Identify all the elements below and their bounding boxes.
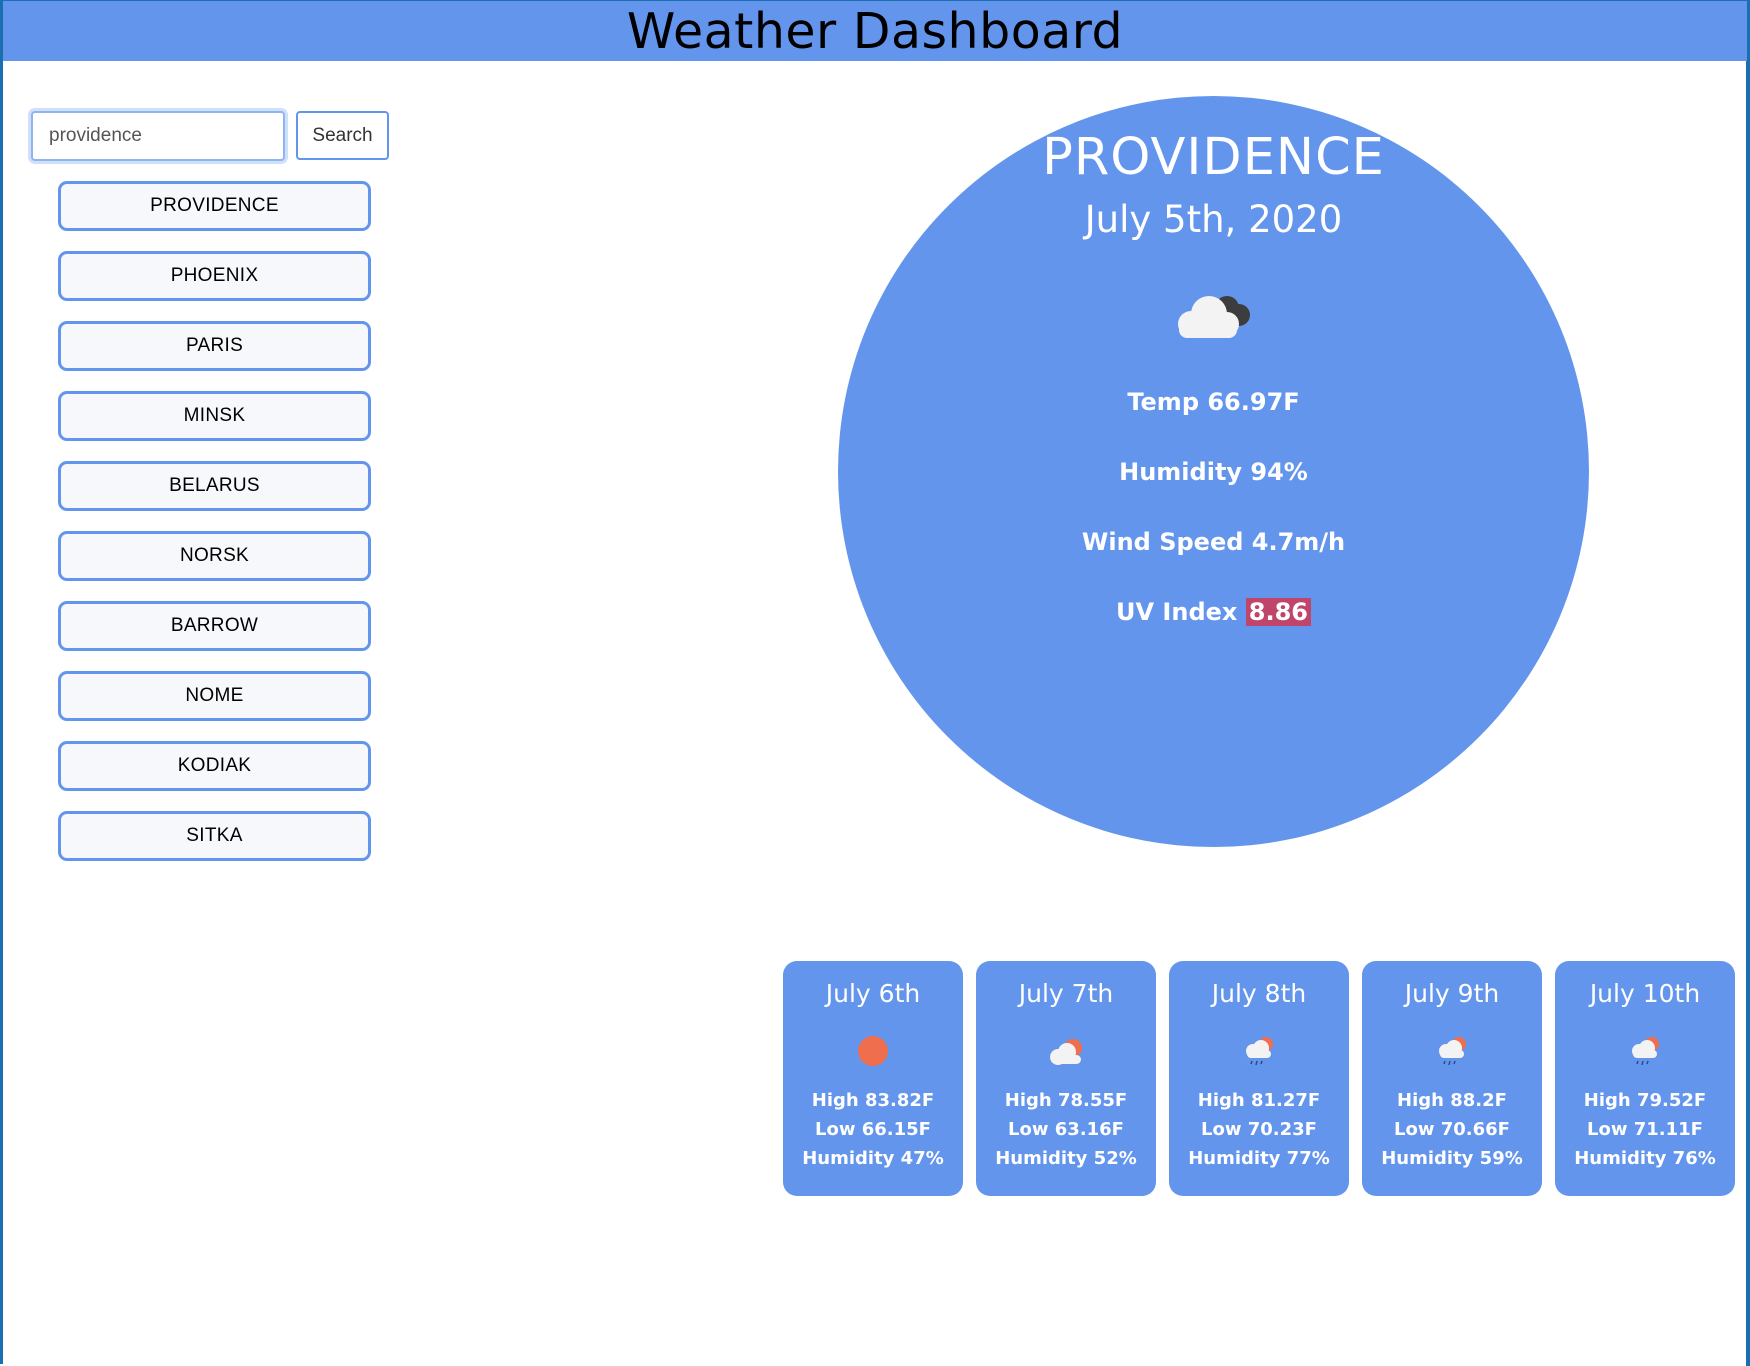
list-item: KODIAK	[58, 741, 371, 791]
forecast-card: July 9th High 88.2F Low 70.66F Humidity …	[1362, 961, 1542, 1196]
forecast-humidity: Humidity 59%	[1381, 1148, 1523, 1169]
list-item: PHOENIX	[58, 251, 371, 301]
list-item: MINSK	[58, 391, 371, 441]
forecast-date: July 7th	[1018, 979, 1114, 1008]
sun-icon	[858, 1036, 888, 1066]
current-uv-index: UV Index 8.86	[838, 598, 1589, 626]
forecast-low: Low 70.23F	[1201, 1119, 1317, 1140]
rain-icon	[1632, 1037, 1659, 1066]
forecast-humidity: Humidity 77%	[1188, 1148, 1330, 1169]
forecast-card: July 6th High 83.82F Low 66.15F Humidity…	[783, 961, 963, 1196]
list-item: BARROW	[58, 601, 371, 651]
city-button-sitka[interactable]: SITKA	[58, 811, 371, 861]
forecast-humidity: Humidity 52%	[995, 1148, 1137, 1169]
forecast-low: Low 66.15F	[815, 1119, 931, 1140]
uv-label: UV Index	[1116, 598, 1238, 626]
current-city-name: PROVIDENCE	[1042, 128, 1385, 187]
city-button-nome[interactable]: NOME	[58, 671, 371, 721]
page-header: Weather Dashboard	[3, 1, 1747, 61]
city-button-barrow[interactable]: BARROW	[58, 601, 371, 651]
current-date: July 5th, 2020	[1084, 198, 1343, 241]
list-item: BELARUS	[58, 461, 371, 511]
city-button-paris[interactable]: PARIS	[58, 321, 371, 371]
forecast-card: July 8th High 81.27F Low 70.23F Humidity…	[1169, 961, 1349, 1196]
forecast-date: July 6th	[825, 979, 921, 1008]
partly-cloudy-icon	[1050, 1039, 1082, 1065]
city-button-phoenix[interactable]: PHOENIX	[58, 251, 371, 301]
current-weather-panel: PROVIDENCE July 5th, 2020 Temp 66.97F Hu…	[838, 96, 1589, 847]
forecast-high: High 83.82F	[811, 1090, 935, 1111]
forecast-high: High 81.27F	[1197, 1090, 1321, 1111]
forecast-date: July 9th	[1404, 979, 1500, 1008]
forecast-low: Low 63.16F	[1008, 1119, 1124, 1140]
city-button-norsk[interactable]: NORSK	[58, 531, 371, 581]
forecast-card: July 10th High 79.52F Low 71.11F Humidit…	[1555, 961, 1735, 1196]
forecast-date: July 10th	[1589, 979, 1701, 1008]
list-item: NORSK	[58, 531, 371, 581]
city-button-belarus[interactable]: BELARUS	[58, 461, 371, 511]
forecast-humidity: Humidity 76%	[1574, 1148, 1716, 1169]
rain-icon	[1246, 1037, 1273, 1066]
forecast-high: High 88.2F	[1397, 1090, 1507, 1111]
forecast-low: Low 70.66F	[1394, 1119, 1510, 1140]
forecast-low: Low 71.11F	[1587, 1119, 1703, 1140]
list-item: NOME	[58, 671, 371, 721]
current-humidity: Humidity 94%	[1119, 458, 1308, 486]
forecast-high: High 78.55F	[1004, 1090, 1128, 1111]
forecast-date: July 8th	[1211, 979, 1307, 1008]
forecast-humidity: Humidity 47%	[802, 1148, 944, 1169]
search-input[interactable]	[31, 111, 285, 161]
rain-icon	[1439, 1037, 1466, 1066]
cloudy-icon	[1178, 296, 1250, 338]
page-title: Weather Dashboard	[626, 2, 1124, 60]
city-button-minsk[interactable]: MINSK	[58, 391, 371, 441]
forecast-card: July 7th High 78.55F Low 63.16F Humidity…	[976, 961, 1156, 1196]
city-history-list: PROVIDENCE PHOENIX PARIS MINSK BELARUS N…	[58, 181, 371, 881]
list-item: PROVIDENCE	[58, 181, 371, 231]
current-temp: Temp 66.97F	[1127, 388, 1300, 416]
list-item: SITKA	[58, 811, 371, 861]
list-item: PARIS	[58, 321, 371, 371]
current-wind-speed: Wind Speed 4.7m/h	[1081, 528, 1346, 556]
city-button-providence[interactable]: PROVIDENCE	[58, 181, 371, 231]
forecast-high: High 79.52F	[1583, 1090, 1707, 1111]
window-edge	[1746, 0, 1750, 1366]
uv-value-badge: 8.86	[1245, 598, 1311, 626]
city-button-kodiak[interactable]: KODIAK	[58, 741, 371, 791]
search-button[interactable]: Search	[296, 111, 389, 160]
